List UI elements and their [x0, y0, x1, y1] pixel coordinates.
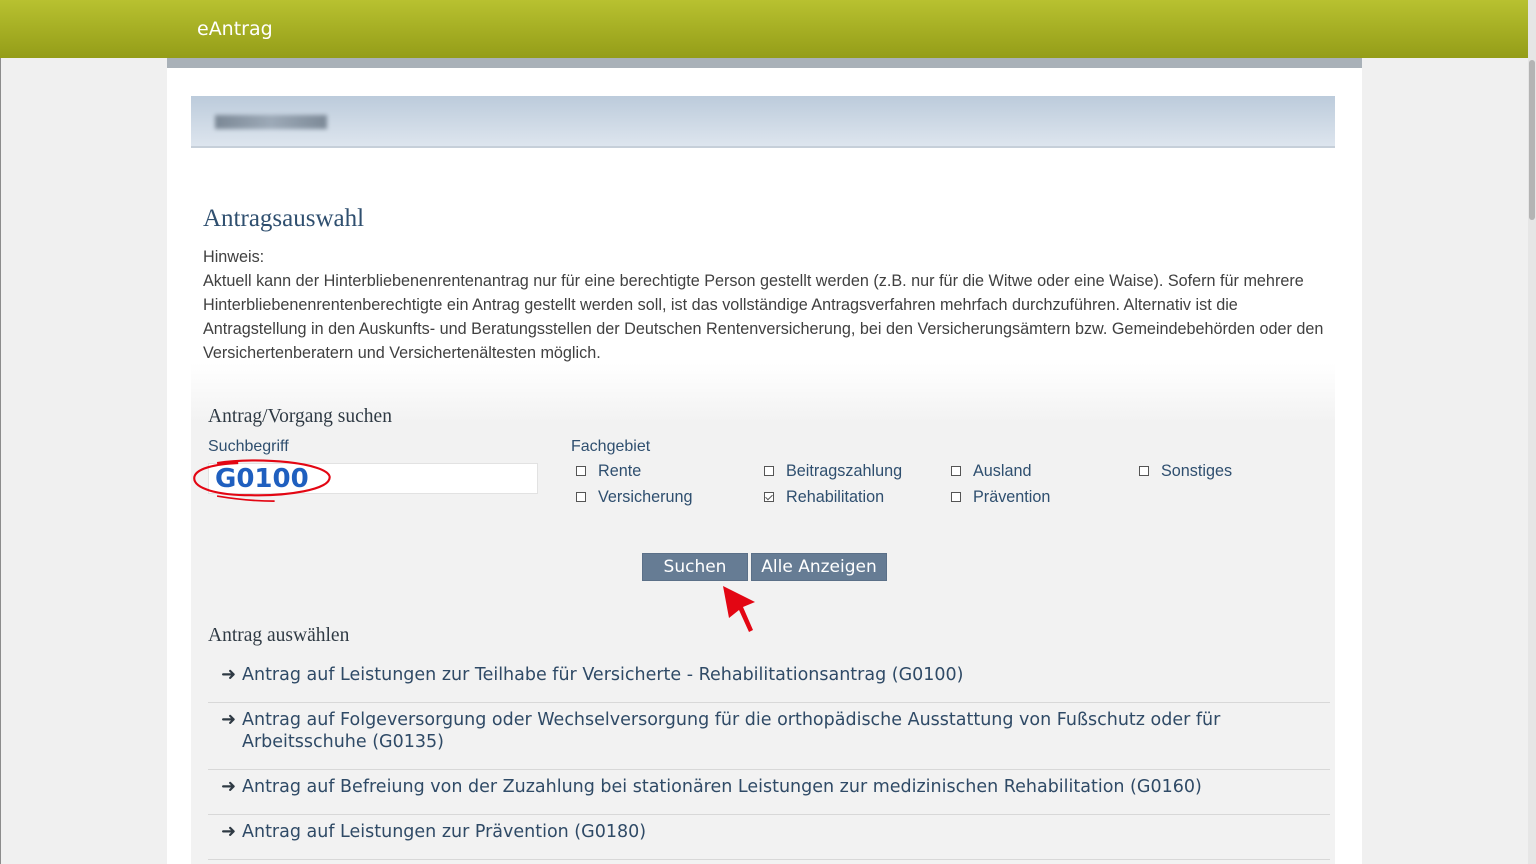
- click-arrow-annotation: [723, 586, 755, 632]
- search-term-label: Suchbegriff: [208, 438, 289, 455]
- arrow-right-icon: ➜: [221, 821, 237, 842]
- result-item-g0100[interactable]: ➜ Antrag auf Leistungen zur Teilhabe für…: [208, 664, 1330, 703]
- arrow-right-icon: ➜: [221, 709, 237, 730]
- result-item-g0135[interactable]: ➜ Antrag auf Folgeversorgung oder Wechse…: [208, 709, 1330, 770]
- app-header: eAntrag: [0, 0, 1536, 58]
- result-item-g0160[interactable]: ➜ Antrag auf Befreiung von der Zuzahlung…: [208, 776, 1330, 815]
- checkbox-box[interactable]: [576, 492, 586, 502]
- window-edge: [0, 58, 1, 864]
- app-title[interactable]: eAntrag: [197, 18, 273, 40]
- arrow-right-icon: ➜: [221, 776, 237, 797]
- checkbox-box-checked[interactable]: [764, 492, 774, 502]
- checkbox-box[interactable]: [764, 466, 774, 476]
- arrow-right-icon: ➜: [221, 664, 237, 685]
- results-heading: Antrag auswählen: [208, 625, 350, 646]
- result-item-g0180[interactable]: ➜ Antrag auf Leistungen zur Prävention (…: [208, 821, 1330, 860]
- page-scrollbar[interactable]: [1528, 0, 1536, 864]
- search-heading: Antrag/Vorgang suchen: [208, 406, 392, 427]
- show-all-button[interactable]: Alle Anzeigen: [751, 553, 887, 581]
- highlight-circle-annotation: [193, 459, 331, 502]
- subject-area-label: Fachgebiet: [571, 438, 651, 455]
- checkbox-box[interactable]: [951, 492, 961, 502]
- checkbox-box[interactable]: [576, 466, 586, 476]
- checkbox-box[interactable]: [951, 466, 961, 476]
- scrollbar-thumb[interactable]: [1529, 60, 1535, 220]
- search-button[interactable]: Suchen: [642, 553, 748, 581]
- checkbox-box[interactable]: [1139, 466, 1149, 476]
